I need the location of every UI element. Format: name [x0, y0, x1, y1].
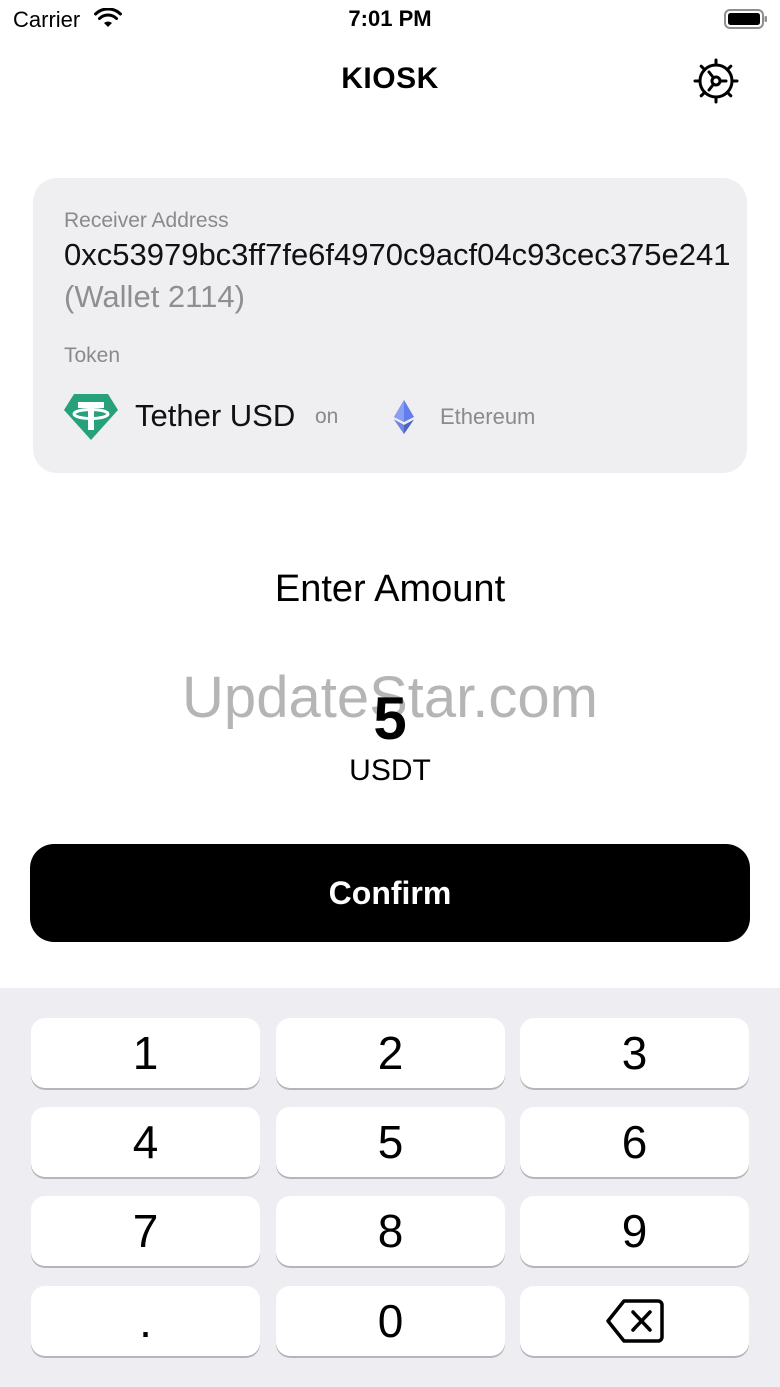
- receiver-address-label: Receiver Address: [64, 209, 229, 232]
- tether-icon: [64, 394, 118, 440]
- ethereum-icon: [394, 400, 414, 434]
- key-2[interactable]: 2: [276, 1018, 505, 1088]
- page-title: KIOSK: [341, 62, 439, 95]
- backspace-icon: [605, 1299, 664, 1343]
- key-8[interactable]: 8: [276, 1196, 505, 1266]
- battery-icon: [724, 9, 767, 29]
- backspace-button[interactable]: [520, 1286, 749, 1356]
- key-0[interactable]: 0: [276, 1286, 505, 1356]
- key-7[interactable]: 7: [31, 1196, 260, 1266]
- key-3[interactable]: 3: [520, 1018, 749, 1088]
- key-6[interactable]: 6: [520, 1107, 749, 1177]
- status-time: 7:01 PM: [348, 6, 432, 31]
- confirm-button[interactable]: Confirm: [30, 844, 750, 942]
- amount-unit: USDT: [349, 754, 431, 787]
- key-decimal[interactable]: .: [31, 1286, 260, 1356]
- receiver-address: 0xc53979bc3ff7fe6f4970c9acf04c93cec375e2…: [64, 234, 734, 318]
- token-label: Token: [64, 344, 121, 367]
- key-5[interactable]: 5: [276, 1107, 505, 1177]
- payment-info-card: Receiver Address 0xc53979bc3ff7fe6f4970c…: [33, 178, 747, 473]
- wallet-name: (Wallet 2114): [64, 279, 245, 314]
- network-name: Ethereum: [440, 404, 536, 429]
- token-name: Tether USD: [135, 398, 296, 433]
- amount-value: 5: [373, 685, 407, 752]
- enter-amount-label: Enter Amount: [274, 568, 506, 610]
- receiver-address-value: 0xc53979bc3ff7fe6f4970c9acf04c93cec375e2…: [64, 237, 731, 272]
- gear-icon: [693, 58, 739, 103]
- key-1[interactable]: 1: [31, 1018, 260, 1088]
- token-row: Tether USD on Ethereum: [63, 392, 723, 442]
- key-9[interactable]: 9: [520, 1196, 749, 1266]
- numeric-keypad: 1 2 3 4 5 6 7 8 9 . 0: [0, 988, 780, 1387]
- status-bar: Carrier 7:01 PM: [0, 0, 780, 40]
- settings-button[interactable]: [690, 56, 742, 108]
- key-4[interactable]: 4: [31, 1107, 260, 1177]
- token-on-label: on: [315, 405, 339, 428]
